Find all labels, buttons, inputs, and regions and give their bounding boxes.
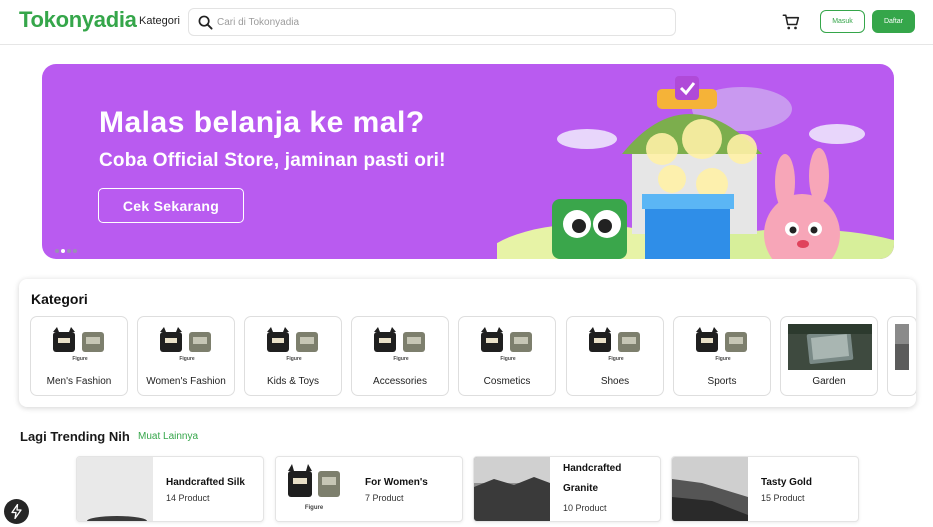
bolt-icon <box>11 504 22 519</box>
page: Tokonyadia Kategori Masuk Daftar <box>0 0 933 527</box>
register-button[interactable]: Daftar <box>872 10 915 33</box>
load-more-link[interactable]: Muat Lainnya <box>138 431 198 442</box>
trending-name: Handcrafted Granite <box>563 463 622 494</box>
category-section: Kategori Figure Men's Fashion Figure Wom… <box>19 279 916 407</box>
trending-count: 10 Product <box>563 503 607 513</box>
category-item[interactable]: Figure Accessories <box>351 316 449 396</box>
carousel-dot[interactable] <box>55 249 59 253</box>
login-button[interactable]: Masuk <box>820 10 865 33</box>
kategori-nav-link[interactable]: Kategori <box>139 15 180 27</box>
category-item[interactable]: Garden <box>780 316 878 396</box>
category-item[interactable]: Figure Shoes <box>566 316 664 396</box>
figure-thumbnail: Figure <box>589 327 640 362</box>
carousel-indicators[interactable] <box>55 240 79 253</box>
search-bar[interactable] <box>188 8 676 36</box>
category-item-partial[interactable] <box>887 316 916 396</box>
trending-count: 15 Product <box>761 493 805 503</box>
carousel-dot[interactable] <box>61 249 65 253</box>
quick-action-button[interactable] <box>4 499 29 524</box>
category-item[interactable]: Figure Women's Fashion <box>137 316 235 396</box>
category-label: Sports <box>707 376 737 387</box>
thumb-text: Figure <box>608 356 623 362</box>
top-navbar: Tokonyadia Kategori Masuk Daftar <box>0 0 933 45</box>
trending-card[interactable]: Handcrafted Granite 10 Product <box>473 456 661 522</box>
category-title: Kategori <box>31 291 88 307</box>
thumb-text: Figure <box>72 356 87 362</box>
figure-thumbnail: Figure <box>696 327 747 362</box>
thumb-text: Figure <box>500 356 515 362</box>
thumb-text: Figure <box>286 356 301 362</box>
category-item[interactable]: Figure Kids & Toys <box>244 316 342 396</box>
trending-count: 14 Product <box>166 493 210 503</box>
category-item[interactable]: Figure Cosmetics <box>458 316 556 396</box>
figure-thumbnail: Figure <box>53 327 104 362</box>
trending-title: Lagi Trending Nih <box>20 429 130 444</box>
figure-thumbnail: Figure <box>481 327 532 362</box>
trending-name: Tasty Gold <box>761 477 812 488</box>
thumb-text: Figure <box>305 505 324 511</box>
banner-illustration <box>497 76 894 259</box>
thumb-text: Figure <box>715 356 730 362</box>
trending-card[interactable]: Figure For Women's 7 Product <box>275 456 463 522</box>
cart-icon[interactable] <box>782 13 800 31</box>
trending-image <box>672 457 748 521</box>
category-label: Men's Fashion <box>46 376 112 387</box>
carousel-dot[interactable] <box>73 249 77 253</box>
figure-thumbnail: Figure <box>267 327 318 362</box>
promo-banner[interactable]: Malas belanja ke mal? Coba Official Stor… <box>42 64 894 259</box>
partial-thumbnail <box>895 324 909 370</box>
category-label: Cosmetics <box>483 376 531 387</box>
trending-count: 7 Product <box>365 493 404 503</box>
search-icon <box>198 15 213 30</box>
category-item[interactable]: Figure Men's Fashion <box>30 316 128 396</box>
carousel-dot[interactable] <box>67 249 71 253</box>
search-input[interactable] <box>217 9 667 35</box>
category-item[interactable]: Figure Sports <box>673 316 771 396</box>
figure-thumbnail: Figure <box>160 327 211 362</box>
category-label: Women's Fashion <box>146 376 226 387</box>
banner-cta-button[interactable]: Cek Sekarang <box>98 188 244 223</box>
thumb-text: Figure <box>393 356 408 362</box>
category-label: Accessories <box>373 376 427 387</box>
trending-image: Figure <box>276 457 352 521</box>
trending-name: Handcrafted Silk <box>166 477 245 488</box>
trending-image <box>474 457 550 521</box>
trending-image <box>77 457 153 521</box>
trending-name: For Women's <box>365 477 428 488</box>
trending-card[interactable]: Handcrafted Silk 14 Product <box>76 456 264 522</box>
category-label: Garden <box>812 376 846 387</box>
banner-title: Malas belanja ke mal? <box>99 106 425 139</box>
category-label: Shoes <box>600 376 630 387</box>
banner-subtitle: Coba Official Store, jaminan pasti ori! <box>99 150 446 171</box>
trending-card[interactable]: Tasty Gold 15 Product <box>671 456 859 522</box>
logo[interactable]: Tokonyadia <box>19 7 137 33</box>
thumb-text: Figure <box>179 356 194 362</box>
category-label: Kids & Toys <box>266 376 320 387</box>
figure-thumbnail: Figure <box>374 327 425 362</box>
garden-thumbnail <box>788 324 872 370</box>
